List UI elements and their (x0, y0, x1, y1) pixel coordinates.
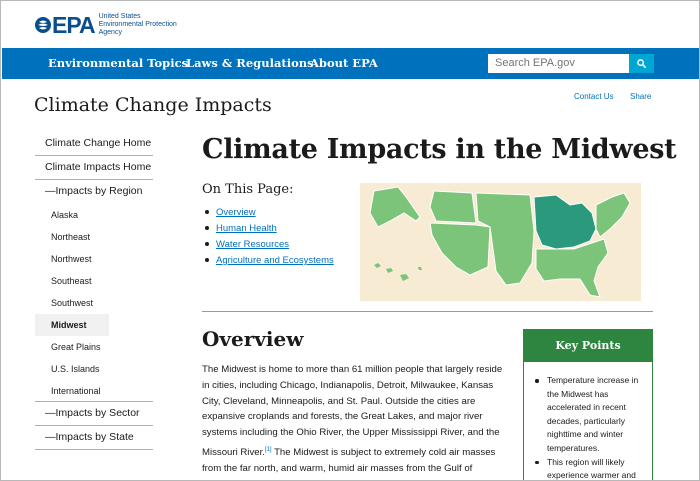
sidebar-item-international[interactable]: International (35, 380, 153, 402)
sidebar-item-climate-change-home[interactable]: Climate Change Home (35, 132, 153, 156)
search-icon (637, 59, 646, 68)
sidebar-item-great-plains[interactable]: Great Plains (35, 336, 153, 358)
map-region-northeast (595, 192, 631, 238)
sidebar-item-climate-impacts-home[interactable]: Climate Impacts Home (35, 156, 153, 180)
main-nav: Environmental Topics Laws & Regulations … (2, 48, 699, 79)
toc-item: Human Health (203, 222, 334, 238)
logo-line-2: Environmental Protection (98, 21, 177, 28)
overview-heading: Overview (202, 327, 304, 351)
on-this-page-heading: On This Page: (202, 182, 294, 197)
epa-logo-icon (34, 16, 52, 34)
search-button[interactable] (629, 54, 654, 73)
nav-laws-regulations[interactable]: Laws & Regulations (186, 56, 314, 70)
key-point-text-2: This region will likely experience warme… (547, 456, 636, 481)
sidebar-item-midwest[interactable]: Midwest (35, 314, 109, 336)
search-input[interactable] (488, 54, 629, 73)
sidebar-item-northwest[interactable]: Northwest (35, 248, 153, 270)
nav-about-epa[interactable]: About EPA (310, 56, 378, 70)
epa-logo[interactable]: EPA United States Environmental Protecti… (34, 13, 177, 37)
map-region-islands (374, 263, 422, 281)
toc-link-human-health[interactable]: Human Health (216, 223, 277, 234)
key-point-item: Temperature increase in the Midwest has … (534, 374, 652, 456)
overview-paragraph: The Midwest is home to more than 61 mill… (202, 362, 504, 480)
sidebar-item-alaska[interactable]: Alaska (35, 204, 153, 226)
page-heading: Climate Impacts in the Midwest (202, 134, 677, 165)
map-region-alaska (369, 186, 421, 228)
nav-environmental-topics[interactable]: Environmental Topics (48, 56, 188, 70)
sidebar-nav: Climate Change Home Climate Impacts Home… (35, 132, 153, 450)
toc-item: Agriculture and Ecosystems (203, 254, 334, 270)
footnote-ref: [1] (265, 444, 272, 453)
key-points-list: Temperature increase in the Midwest has … (524, 362, 652, 481)
sidebar-item-impacts-by-region[interactable]: —Impacts by Region (35, 180, 153, 204)
section-divider (202, 311, 653, 312)
logo-line-1: United States (98, 13, 141, 20)
sidebar-item-southeast[interactable]: Southeast (35, 270, 153, 292)
logo-line-3: Agency (98, 29, 122, 36)
toc-item: Water Resources (203, 238, 334, 254)
site-title: Climate Change Impacts (34, 94, 272, 116)
map-region-southwest (429, 222, 491, 276)
us-regions-map[interactable] (360, 183, 641, 301)
logo-wordmark: EPA (52, 11, 96, 38)
key-points-title: Key Points (524, 330, 652, 362)
overview-text-a: The Midwest is home to more than 61 mill… (202, 364, 503, 459)
key-point-text-1: Temperature increase in the Midwest has … (547, 375, 639, 453)
contact-us-link[interactable]: Contact Us (574, 92, 614, 101)
sidebar-item-northeast[interactable]: Northeast (35, 226, 153, 248)
map-region-midwest (533, 194, 597, 250)
map-region-northwest (429, 190, 477, 224)
key-point-item: This region will likely experience warme… (534, 456, 652, 481)
logo-agency-name: United States Environmental Protection A… (99, 13, 177, 37)
sidebar-item-impacts-by-sector[interactable]: —Impacts by Sector (35, 402, 153, 426)
toc-link-agriculture-ecosystems[interactable]: Agriculture and Ecosystems (216, 255, 334, 266)
toc-link-water-resources[interactable]: Water Resources (216, 239, 289, 250)
footnote-link-1[interactable]: [1] (265, 447, 272, 453)
on-this-page-list: Overview Human Health Water Resources Ag… (203, 206, 334, 270)
toc-item: Overview (203, 206, 334, 222)
key-points-box: Key Points Temperature increase in the M… (523, 329, 653, 481)
sidebar-item-us-islands[interactable]: U.S. Islands (35, 358, 153, 380)
sidebar-item-southwest[interactable]: Southwest (35, 292, 153, 314)
sidebar-item-impacts-by-state[interactable]: —Impacts by State (35, 426, 153, 450)
toc-link-overview[interactable]: Overview (216, 207, 256, 218)
share-link[interactable]: Share (630, 92, 651, 101)
page-frame: EPA United States Environmental Protecti… (0, 0, 700, 481)
